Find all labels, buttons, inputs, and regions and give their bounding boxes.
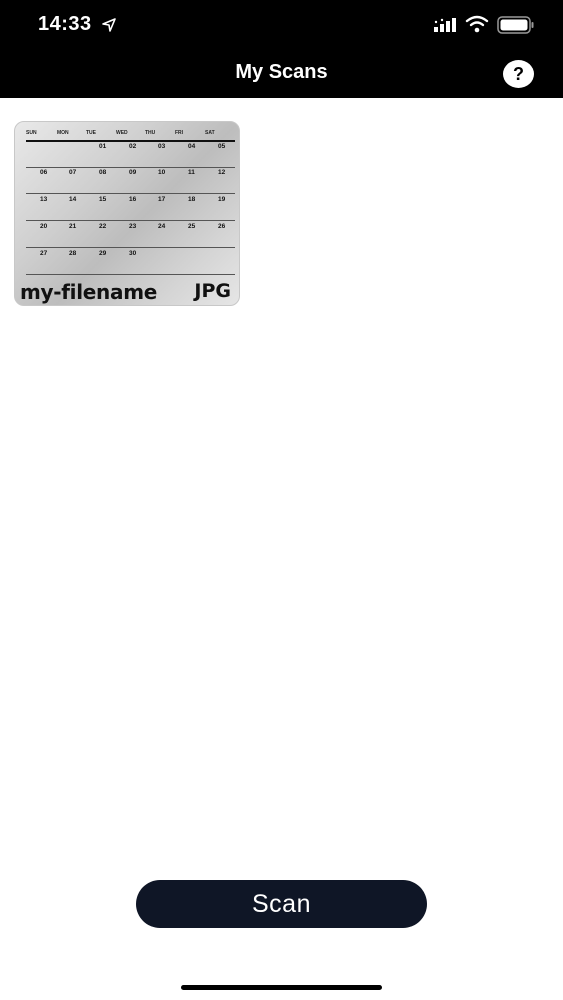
scan-button[interactable]: Scan [136, 880, 427, 928]
calendar-day: 14 [69, 196, 77, 203]
calendar-day: 25 [188, 223, 196, 230]
calendar-day: 04 [188, 143, 196, 150]
calendar-day: 11 [188, 169, 195, 176]
calendar-day: 12 [218, 169, 226, 176]
calendar-day: 30 [129, 250, 137, 257]
home-indicator [181, 985, 382, 990]
calendar-day: 18 [188, 196, 196, 203]
calendar-weekday: SUN [26, 130, 37, 136]
help-button[interactable]: ? [503, 60, 534, 88]
calendar-day: 21 [69, 223, 77, 230]
calendar-day: 26 [218, 223, 226, 230]
page-title: My Scans [235, 61, 328, 83]
calendar-day: 10 [158, 169, 166, 176]
calendar-day: 15 [99, 196, 107, 203]
wifi-icon [465, 15, 489, 33]
signal-icon [434, 18, 456, 32]
calendar-header-line [26, 140, 235, 142]
calendar-weekday: MON [57, 130, 69, 136]
calendar-day: 13 [40, 196, 48, 203]
scan-file-name: my-filename [20, 280, 157, 304]
app-screen: 14:33 My Scans ? SUN MON TUE WED THU FRI SAT 01… [0, 0, 563, 1000]
calendar-weekday: WED [116, 130, 128, 136]
calendar-day: 05 [218, 143, 226, 150]
top-bar: 14:33 My Scans ? [0, 0, 563, 98]
calendar-day: 01 [99, 143, 107, 150]
calendar-day: 06 [40, 169, 48, 176]
calendar-day: 29 [99, 250, 107, 257]
calendar-row-line [26, 247, 235, 248]
scan-preview-calendar: SUN MON TUE WED THU FRI SAT 01 02 03 04 05 06 07 08 09 1… [15, 122, 239, 282]
location-icon [102, 18, 116, 32]
scan-thumbnail[interactable]: SUN MON TUE WED THU FRI SAT 01 02 03 04 05 06 07 08 09 1… [14, 121, 240, 306]
scan-file-type: JPG [194, 280, 231, 302]
calendar-row-line [26, 193, 235, 194]
calendar-day: 20 [40, 223, 48, 230]
calendar-day: 03 [158, 143, 166, 150]
calendar-row-line [26, 220, 235, 221]
calendar-day: 23 [129, 223, 137, 230]
calendar-day: 22 [99, 223, 107, 230]
calendar-row-line [26, 167, 235, 168]
calendar-day: 16 [129, 196, 137, 203]
calendar-day: 07 [69, 169, 77, 176]
calendar-day: 17 [158, 196, 166, 203]
status-time: 14:33 [38, 13, 92, 35]
calendar-day: 27 [40, 250, 48, 257]
calendar-weekday: FRI [175, 130, 184, 136]
calendar-weekday: TUE [86, 130, 96, 136]
calendar-weekday: SAT [205, 130, 215, 136]
battery-icon [497, 16, 534, 34]
calendar-day: 08 [99, 169, 107, 176]
calendar-day: 09 [129, 169, 137, 176]
calendar-day: 02 [129, 143, 137, 150]
calendar-day: 28 [69, 250, 77, 257]
calendar-day: 24 [158, 223, 166, 230]
calendar-weekday: THU [145, 130, 156, 136]
calendar-day: 19 [218, 196, 226, 203]
calendar-row-line [26, 274, 235, 275]
